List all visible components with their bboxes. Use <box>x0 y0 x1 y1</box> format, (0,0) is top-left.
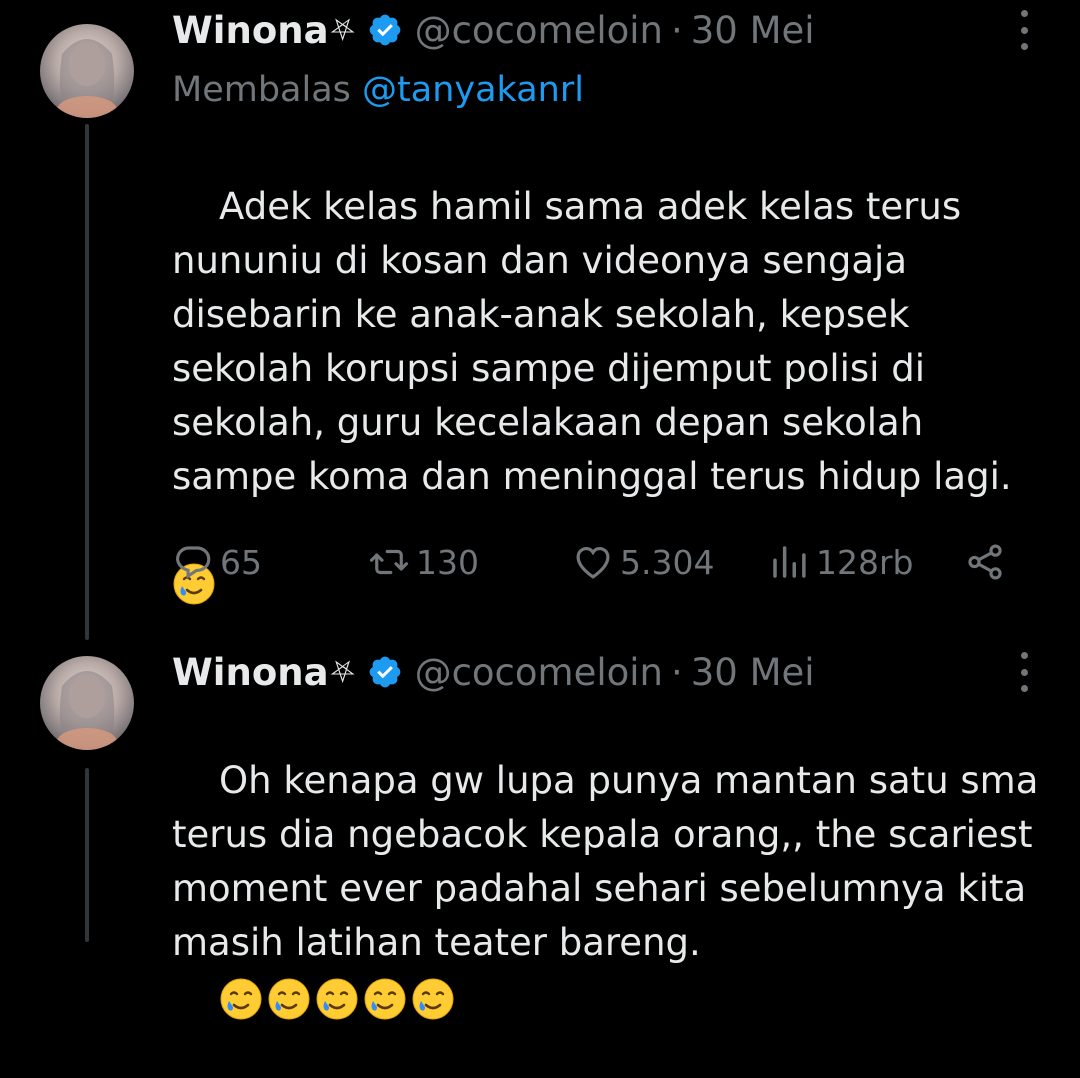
view-count: 128rb <box>816 542 914 582</box>
tweet-text: Adek kelas hamil sama adek kelas terus n… <box>172 126 1052 714</box>
author-handle[interactable]: @cocomeloin <box>415 9 663 52</box>
thread-line <box>85 124 89 640</box>
repost-button[interactable]: 130 <box>368 538 479 586</box>
tweet-actions: 65 130 5.304 128rb <box>172 538 1012 586</box>
emoji-group <box>219 977 455 1021</box>
like-button[interactable]: 5.304 <box>572 538 714 586</box>
smiling-face-with-tear-icon <box>363 977 407 1021</box>
tweet-text-content: Oh kenapa gw lupa punya mantan satu sma … <box>172 759 1051 964</box>
reply-button[interactable]: 65 <box>172 538 262 586</box>
reply-icon <box>176 546 211 579</box>
separator: · <box>671 8 683 52</box>
tweet-date[interactable]: 30 Mei <box>691 651 815 694</box>
bar-chart-icon <box>773 546 806 578</box>
share-button[interactable] <box>964 538 1006 586</box>
views-button[interactable]: 128rb <box>768 538 914 586</box>
smiling-face-with-tear-icon <box>315 977 359 1021</box>
share-icon <box>968 544 1002 580</box>
heart-icon <box>576 546 610 579</box>
reply-context: Membalas @tanyakanrl <box>172 70 584 110</box>
repost-count: 130 <box>416 542 479 582</box>
tweet-2[interactable]: Winona ⛧ @cocomeloin · 30 Mei Oh kenapa … <box>0 640 1080 942</box>
verified-badge-icon <box>369 656 400 688</box>
name-symbol: ⛧ <box>330 12 355 48</box>
author-name[interactable]: Winona <box>172 651 329 694</box>
tweet-header: Winona ⛧ @cocomeloin · 30 Mei <box>172 648 815 696</box>
more-options-icon[interactable] <box>1016 10 1032 50</box>
tweet-header: Winona ⛧ @cocomeloin · 30 Mei <box>172 6 815 54</box>
thread-line <box>85 768 89 942</box>
avatar[interactable] <box>40 656 134 750</box>
like-count: 5.304 <box>620 542 715 582</box>
more-options-icon[interactable] <box>1016 652 1032 692</box>
avatar[interactable] <box>40 24 134 118</box>
name-symbol: ⛧ <box>330 654 355 690</box>
smiling-face-with-tear-icon <box>219 977 263 1021</box>
tweet-text-content: Adek kelas hamil sama adek kelas terus n… <box>172 185 1012 498</box>
tweet-text: Oh kenapa gw lupa punya mantan satu sma … <box>172 700 1052 1078</box>
repost-icon <box>369 549 409 575</box>
separator: · <box>671 650 683 694</box>
author-handle[interactable]: @cocomeloin <box>415 651 663 694</box>
tweet-1[interactable]: Winona ⛧ @cocomeloin · 30 Mei Membalas @… <box>0 0 1080 640</box>
author-name[interactable]: Winona <box>172 9 329 52</box>
smiling-face-with-tear-icon <box>411 977 455 1021</box>
reply-mention-link[interactable]: @tanyakanrl <box>362 70 584 110</box>
reply-prefix: Membalas <box>172 70 351 110</box>
tweet-date[interactable]: 30 Mei <box>691 9 815 52</box>
reply-count: 65 <box>220 542 262 582</box>
smiling-face-with-tear-icon <box>267 977 311 1021</box>
verified-badge-icon <box>369 14 400 46</box>
